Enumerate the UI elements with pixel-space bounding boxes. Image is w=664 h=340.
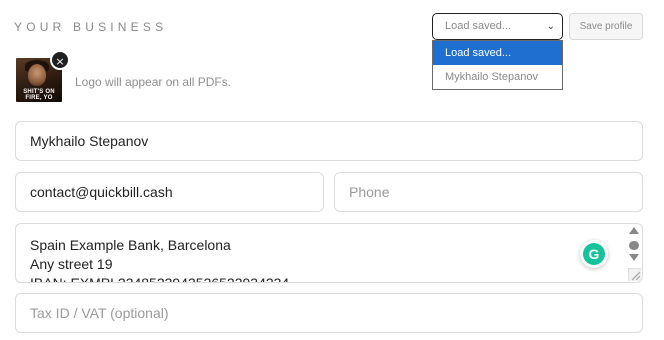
save-profile-button[interactable]: Save profile [569, 13, 643, 40]
bank-details-line: IBAN: EXMPL2348523943536523934234 [30, 275, 290, 283]
scroll-up-arrow-icon[interactable] [629, 227, 639, 234]
bank-details-line: Spain Example Bank, Barcelona [30, 237, 231, 253]
bank-details-textarea[interactable]: Spain Example Bank, Barcelona Any street… [15, 223, 643, 283]
phone-input[interactable]: Phone [334, 172, 643, 212]
remove-logo-button[interactable]: × [50, 50, 70, 70]
dropdown-option-profile[interactable]: Mykhailo Stepanov [433, 65, 562, 89]
logo-hint: Logo will appear on all PDFs. [75, 75, 232, 89]
saved-profiles-dropdown: Load saved... Mykhailo Stepanov [432, 40, 563, 90]
dropdown-option-load-saved[interactable]: Load saved... [433, 41, 562, 65]
email-input[interactable]: contact@quickbill.cash [15, 172, 324, 212]
resize-grip-icon[interactable] [628, 268, 641, 281]
tax-id-input[interactable]: Tax ID / VAT (optional) [15, 293, 643, 333]
logo-caption: SHIT'S ON FIRE, YO [23, 89, 55, 101]
grammarly-letter: G [583, 243, 605, 265]
load-saved-selected: Load saved... [445, 20, 512, 32]
business-name-input[interactable]: Mykhailo Stepanov [15, 121, 643, 161]
bank-details-line: Any street 19 [30, 256, 113, 272]
textarea-scrollbar[interactable] [626, 224, 642, 270]
scroll-thumb[interactable] [629, 241, 639, 250]
section-title: YOUR BUSINESS [14, 20, 168, 34]
scroll-down-arrow-icon[interactable] [629, 254, 639, 261]
chevron-down-icon: ⌄ [546, 21, 555, 32]
grammarly-icon[interactable]: G [580, 240, 608, 268]
logo-face [28, 64, 46, 86]
load-saved-select[interactable]: Load saved... ⌄ [432, 13, 563, 40]
